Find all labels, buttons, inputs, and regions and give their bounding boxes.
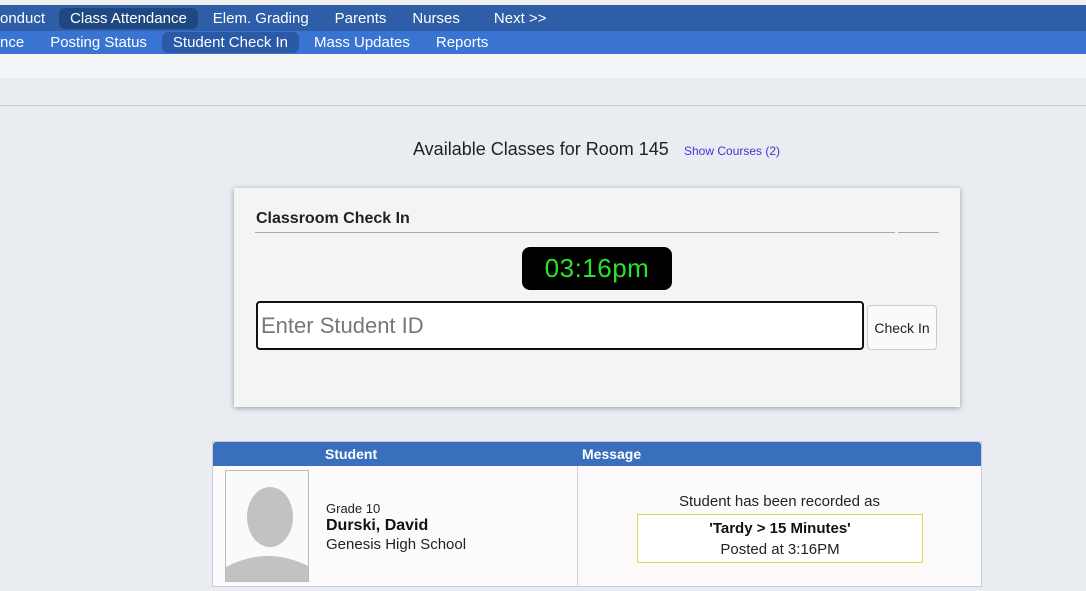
results-table: Student Message Grade 10 Durski, David G… [212, 441, 982, 587]
divider [0, 105, 1086, 106]
nav-student-check-in[interactable]: Student Check In [161, 32, 299, 53]
show-courses-link[interactable]: Show Courses (2) [684, 144, 780, 158]
student-grade: Grade 10 [326, 501, 381, 516]
card-title: Classroom Check In [256, 210, 410, 227]
nav-conduct[interactable]: onduct [0, 8, 56, 29]
nav-mass-updates[interactable]: Mass Updates [303, 32, 421, 53]
check-in-button[interactable]: Check In [867, 305, 937, 350]
message-text: Student has been recorded as [679, 493, 880, 510]
header-message: Message [582, 446, 642, 462]
title-underline [255, 232, 895, 233]
primary-nav: onduct Class Attendance Elem. Grading Pa… [0, 5, 1086, 31]
secondary-nav: nce Posting Status Student Check In Mass… [0, 31, 1086, 54]
header-student: Student [325, 446, 378, 462]
page-title: Available Classes for Room 145 [413, 139, 669, 159]
student-name[interactable]: Durski, David [326, 517, 428, 535]
nav-class-attendance[interactable]: Class Attendance [59, 7, 198, 29]
title-underline-right [898, 232, 939, 233]
nav-next[interactable]: Next >> [483, 8, 558, 29]
checkin-card: Classroom Check In 03:16pm Check In [234, 188, 960, 407]
status-box: 'Tardy > 15 Minutes' Posted at 3:16PM [637, 514, 923, 563]
posted-time: Posted at 3:16PM [720, 541, 840, 558]
nav-elem-grading[interactable]: Elem. Grading [202, 8, 320, 29]
nav-reports[interactable]: Reports [425, 32, 500, 53]
nav-attendance[interactable]: nce [0, 32, 35, 53]
nav-parents[interactable]: Parents [324, 8, 398, 29]
clock-display: 03:16pm [522, 247, 672, 290]
attendance-status: 'Tardy > 15 Minutes' [709, 520, 851, 537]
column-divider [577, 466, 578, 587]
nav-posting-status[interactable]: Posting Status [39, 32, 158, 53]
avatar [225, 470, 309, 582]
default-person-silhouette-icon [226, 487, 308, 581]
sub-toolbar [0, 54, 1086, 78]
table-header: Student Message [213, 442, 981, 466]
student-id-input[interactable] [256, 301, 864, 350]
nav-nurses[interactable]: Nurses [401, 8, 471, 29]
student-school: Genesis High School [326, 536, 467, 553]
